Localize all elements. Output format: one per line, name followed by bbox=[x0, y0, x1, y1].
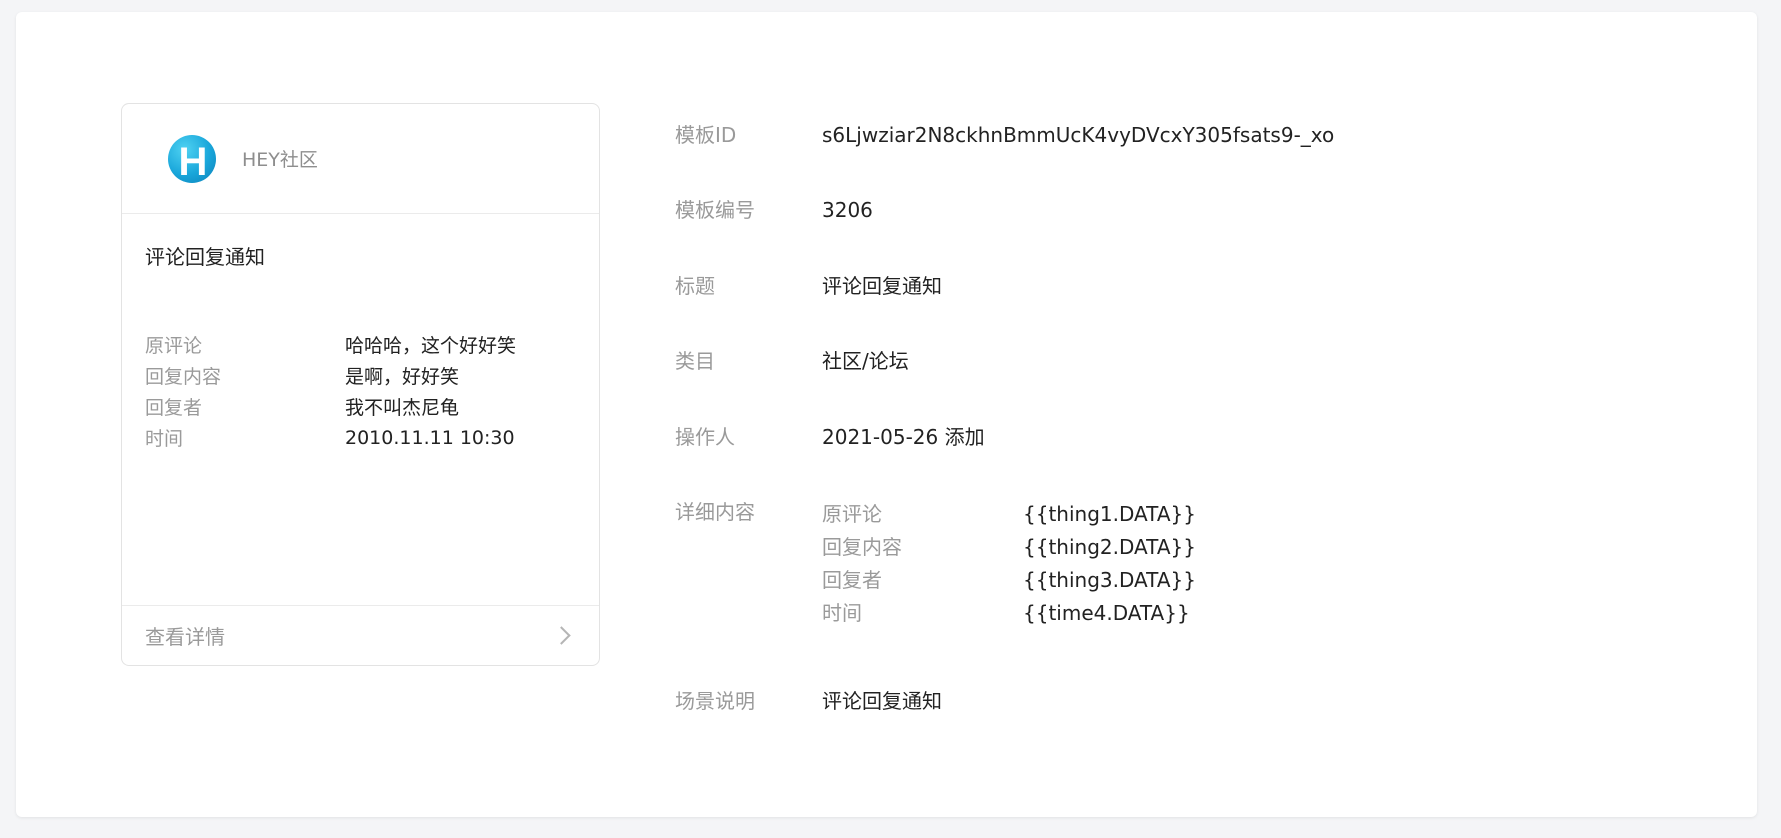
card-title: 评论回复通知 bbox=[145, 245, 265, 269]
logo-letter: H bbox=[178, 139, 208, 183]
card-field-label: 回复者 bbox=[145, 397, 203, 419]
message-preview-card: H HEY社区 评论回复通知 原评论 哈哈哈，这个好好笑 回复内容 是啊，好好笑… bbox=[121, 103, 600, 666]
scene-value: 评论回复通知 bbox=[822, 689, 942, 713]
card-field-row: 回复内容 是啊，好好笑 bbox=[145, 360, 575, 391]
content-keyword-row: 回复者 {{thing3.DATA}} bbox=[822, 563, 1196, 596]
detail-label: 场景说明 bbox=[675, 689, 755, 713]
card-header: H HEY社区 bbox=[122, 104, 599, 214]
keyword-placeholder: {{time4.DATA}} bbox=[1023, 600, 1190, 625]
keyword-placeholder: {{thing2.DATA}} bbox=[1023, 534, 1196, 559]
operator-value: 2021-05-26 添加 bbox=[822, 425, 985, 449]
card-field-row: 时间 2010.11.11 10:30 bbox=[145, 422, 575, 453]
card-field-value: 是啊，好好笑 bbox=[345, 366, 460, 388]
keyword-name: 回复者 bbox=[822, 567, 882, 592]
keyword-name: 原评论 bbox=[822, 501, 882, 526]
detail-row-scene: 场景说明 评论回复通知 bbox=[675, 686, 942, 716]
detail-row-template-id: 模板ID s6Ljwziar2N8ckhnBmmUcK4vyDVcxY305fs… bbox=[675, 120, 1334, 150]
card-field-row: 原评论 哈哈哈，这个好好笑 bbox=[145, 329, 575, 360]
keyword-name: 回复内容 bbox=[822, 534, 902, 559]
chevron-right-icon bbox=[552, 626, 571, 645]
detail-label: 模板编号 bbox=[675, 198, 755, 222]
keyword-name: 时间 bbox=[822, 600, 862, 625]
card-field-label: 原评论 bbox=[145, 335, 203, 357]
detail-row-title: 标题 评论回复通知 bbox=[675, 271, 942, 301]
content-keyword-row: 时间 {{time4.DATA}} bbox=[822, 596, 1196, 629]
title-value: 评论回复通知 bbox=[822, 274, 942, 298]
keyword-placeholder: {{thing1.DATA}} bbox=[1023, 501, 1196, 526]
detail-label: 详细内容 bbox=[675, 500, 755, 524]
detail-label: 模板ID bbox=[675, 123, 737, 147]
view-details-label: 查看详情 bbox=[145, 625, 225, 649]
detail-row-template-no: 模板编号 3206 bbox=[675, 195, 873, 225]
content-keyword-row: 原评论 {{thing1.DATA}} bbox=[822, 497, 1196, 530]
card-field-label: 回复内容 bbox=[145, 366, 222, 388]
account-name: HEY社区 bbox=[242, 149, 318, 171]
hey-logo-icon: H bbox=[168, 134, 216, 183]
template-id-value: s6Ljwziar2N8ckhnBmmUcK4vyDVcxY305fsats9-… bbox=[822, 123, 1335, 147]
detail-row-category: 类目 社区/论坛 bbox=[675, 346, 909, 376]
card-fields: 原评论 哈哈哈，这个好好笑 回复内容 是啊，好好笑 回复者 我不叫杰尼龟 时间 … bbox=[145, 329, 575, 453]
card-field-label: 时间 bbox=[145, 428, 184, 450]
view-details-link[interactable]: 查看详情 bbox=[122, 605, 599, 665]
content-keyword-list: 原评论 {{thing1.DATA}} 回复内容 {{thing2.DATA}}… bbox=[822, 497, 1196, 629]
detail-label: 标题 bbox=[675, 274, 715, 298]
detail-row-content: 详细内容 原评论 {{thing1.DATA}} 回复内容 {{thing2.D… bbox=[675, 497, 1196, 629]
keyword-placeholder: {{thing3.DATA}} bbox=[1023, 567, 1196, 592]
card-field-value: 我不叫杰尼龟 bbox=[345, 397, 460, 419]
detail-label: 类目 bbox=[675, 349, 715, 373]
card-field-row: 回复者 我不叫杰尼龟 bbox=[145, 391, 575, 422]
card-field-value: 2010.11.11 10:30 bbox=[345, 426, 515, 449]
card-field-value: 哈哈哈，这个好好笑 bbox=[345, 335, 517, 357]
detail-row-operator: 操作人 2021-05-26 添加 bbox=[675, 422, 985, 452]
detail-label: 操作人 bbox=[675, 425, 735, 449]
category-value: 社区/论坛 bbox=[822, 349, 909, 373]
template-detail-panel: H HEY社区 评论回复通知 原评论 哈哈哈，这个好好笑 回复内容 是啊，好好笑… bbox=[16, 12, 1757, 817]
content-keyword-row: 回复内容 {{thing2.DATA}} bbox=[822, 530, 1196, 563]
template-no-value: 3206 bbox=[822, 198, 873, 222]
